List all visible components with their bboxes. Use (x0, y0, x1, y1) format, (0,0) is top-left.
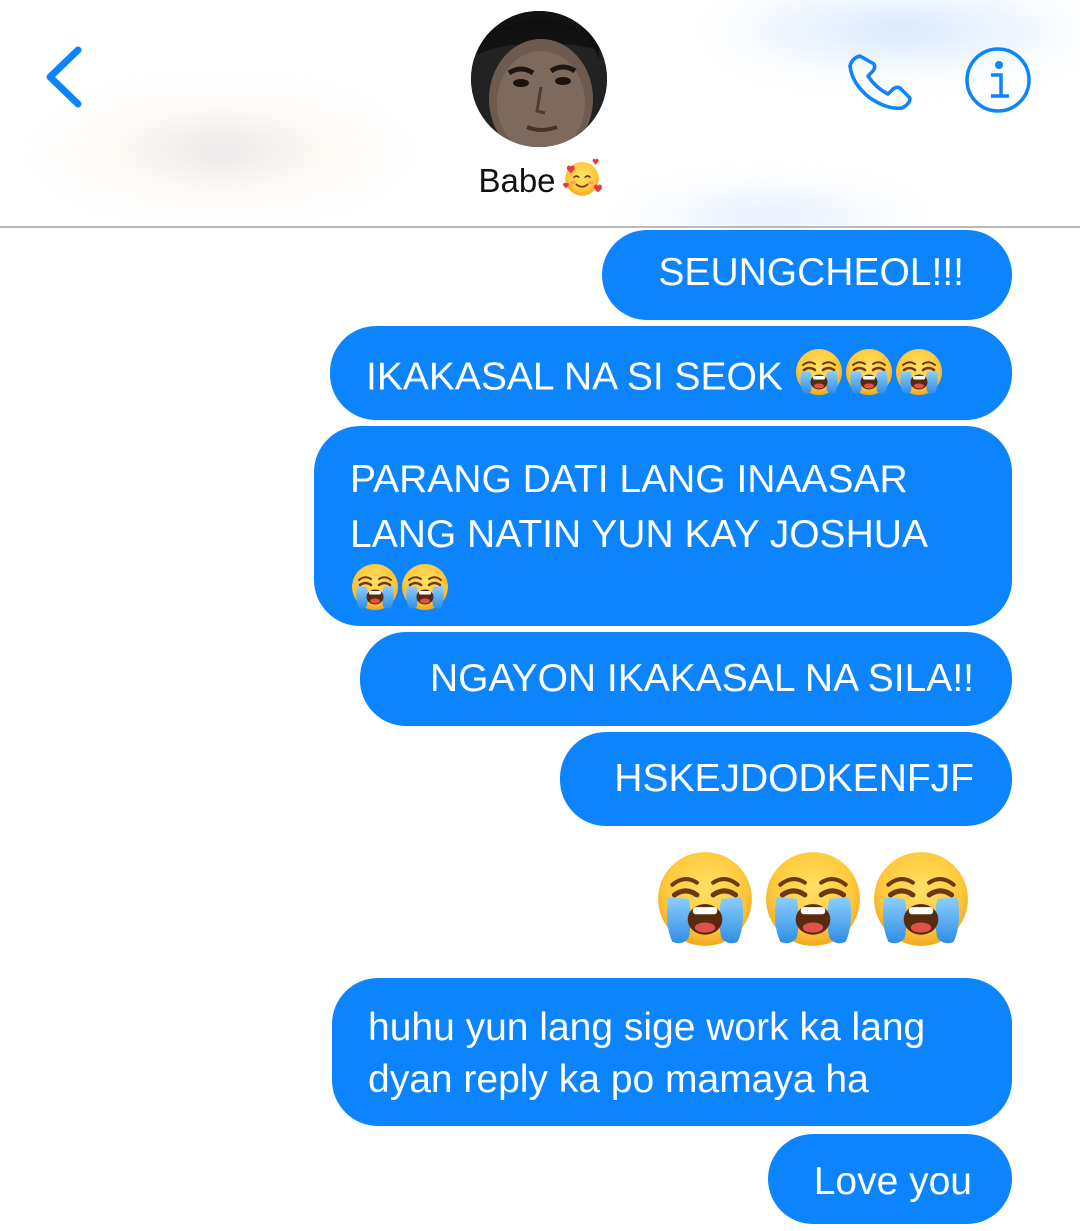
message-text-line: LANG NATIN YUN KAY JOSHUA (350, 513, 928, 556)
contact-name-text: Babe (478, 162, 556, 200)
loudly-crying-face-icon (400, 562, 450, 627)
loudly-crying-face-icon (762, 848, 864, 955)
info-button[interactable] (964, 46, 1032, 114)
contact-name[interactable]: Babe (0, 158, 1080, 209)
large-emoji-message[interactable] (654, 848, 972, 955)
phone-icon (848, 54, 912, 111)
loudly-crying-face-icon (794, 347, 844, 411)
loudly-crying-face-icon (350, 562, 400, 627)
loudly-crying-face-icon (844, 347, 894, 411)
loudly-crying-face-icon (870, 848, 972, 955)
message-bubble[interactable]: IKAKASAL NA SI SEOK (330, 326, 1012, 420)
conversation-header: Babe (0, 0, 1080, 228)
message-text: NGAYON IKAKASAL NA SILA!! (429, 657, 974, 700)
phone-button[interactable] (846, 50, 914, 112)
message-bubble[interactable]: Love you (768, 1134, 1012, 1224)
emoji-line (350, 562, 982, 617)
message-text: IKAKASAL NA SI SEOK (366, 355, 794, 399)
message-text-line: PARANG DATI LANG INAASAR (350, 458, 908, 501)
info-icon (965, 47, 1031, 113)
message-bubble[interactable]: PARANG DATI LANG INAASAR LANG NATIN YUN … (314, 426, 1012, 626)
message-text: SEUNGCHEOL!!! (658, 251, 964, 294)
back-button[interactable] (38, 44, 90, 110)
chevron-left-icon (46, 46, 82, 108)
loudly-crying-face-icon (894, 347, 944, 411)
message-text-line: dyan reply ka po mamaya ha (368, 1058, 869, 1101)
smiling-face-with-hearts-icon (562, 158, 602, 209)
message-bubble[interactable]: HSKEJDODKENFJF (560, 732, 1012, 826)
avatar[interactable] (471, 11, 607, 147)
message-bubble[interactable]: huhu yun lang sige work ka lang dyan rep… (332, 978, 1012, 1126)
contact-photo (471, 11, 607, 147)
message-bubble[interactable]: SEUNGCHEOL!!! (602, 230, 1012, 320)
loudly-crying-face-icon (654, 848, 756, 955)
message-text: Love you (813, 1160, 972, 1203)
message-bubble[interactable]: NGAYON IKAKASAL NA SILA!! (360, 632, 1012, 726)
message-text-line: huhu yun lang sige work ka lang (368, 1006, 926, 1049)
message-text: HSKEJDODKENFJF (614, 757, 974, 800)
